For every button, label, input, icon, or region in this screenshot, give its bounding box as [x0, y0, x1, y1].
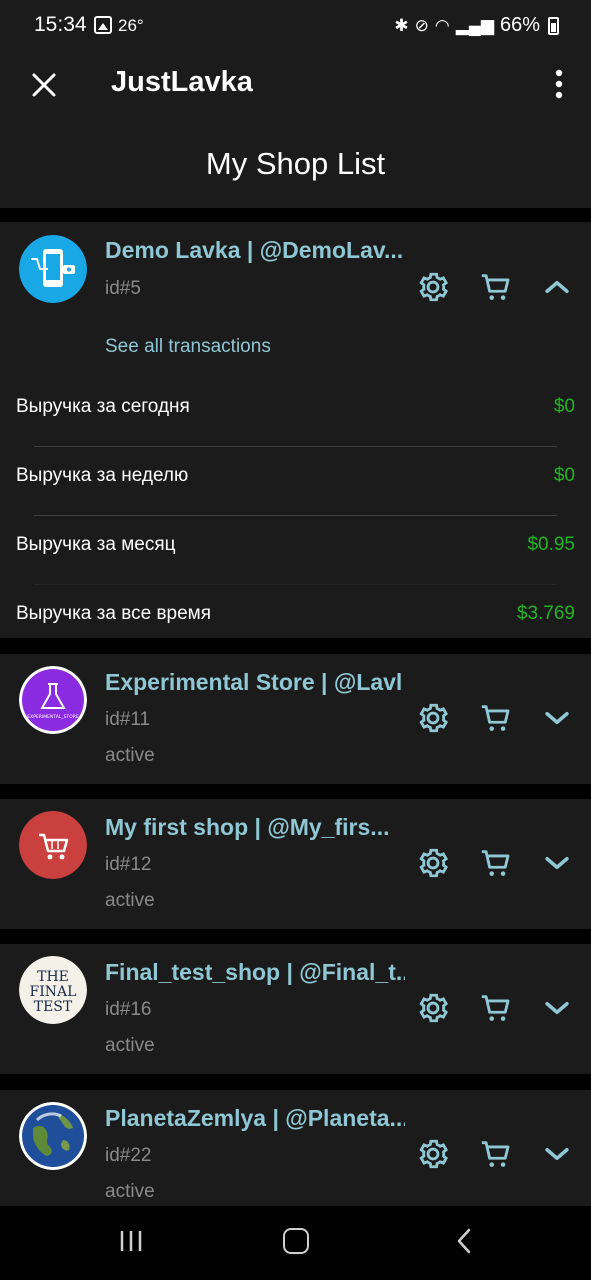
mute-icon: ⊘	[414, 15, 429, 35]
status-icons: ✱ ⊘ ◠ ▂▄▆ 66%	[394, 14, 559, 37]
shop-logo-demo-lavka	[19, 235, 87, 303]
revenue-label: Выручка за сегодня	[16, 396, 190, 417]
chevron-up-icon[interactable]	[540, 270, 574, 304]
shop-logo-final-test: THE FINAL TEST	[19, 956, 87, 1024]
cart-icon[interactable]	[479, 1137, 513, 1171]
shop-logo-my-first-shop	[19, 811, 87, 879]
page-title: My Shop List	[205, 146, 386, 181]
revenue-value: $0	[553, 396, 575, 417]
gear-icon[interactable]	[416, 701, 450, 735]
chevron-down-icon[interactable]	[540, 991, 574, 1025]
signal-icon: ▂▄▆	[455, 15, 494, 35]
system-nav-bar	[0, 1206, 591, 1280]
shop-logo-experimental-store: EXPERIMENTAL_STORE	[19, 666, 87, 734]
shop-card-planetazemlya[interactable]: PlanetaZemlya | @Planeta... id#22 active	[0, 1090, 591, 1206]
revenue-label: Выручка за все время	[16, 603, 212, 624]
chevron-down-icon[interactable]	[540, 846, 574, 880]
phone-shop-logo-icon	[19, 235, 87, 303]
shop-status: active	[105, 745, 155, 766]
shop-card-my-first-shop[interactable]: My first shop | @My_firs... id#12 active	[0, 799, 591, 929]
battery-percent: 66%	[499, 14, 540, 36]
back-icon[interactable]	[452, 1228, 478, 1254]
gear-icon[interactable]	[416, 991, 450, 1025]
cart-icon[interactable]	[479, 701, 513, 735]
cart-icon[interactable]	[479, 270, 513, 304]
see-all-transactions-link[interactable]: See all transactions	[105, 336, 271, 358]
page-header: My Shop List	[0, 120, 591, 208]
cart-icon[interactable]	[479, 846, 513, 880]
shop-name: Experimental Store | @Lavl	[105, 669, 403, 695]
shop-id: id#5	[105, 278, 141, 299]
flask-logo-icon: EXPERIMENTAL_STORE	[19, 666, 87, 734]
more-vert-icon[interactable]	[551, 66, 567, 102]
close-icon[interactable]	[26, 67, 62, 103]
shop-status: active	[105, 1035, 155, 1056]
shop-card-demo-lavka[interactable]: Demo Lavka | @DemoLav... id#5 See all tr…	[0, 222, 591, 638]
final-test-logo-icon: THE FINAL TEST	[19, 956, 87, 1024]
gear-icon[interactable]	[416, 270, 450, 304]
revenue-row-today: Выручка за сегодня $0	[0, 374, 591, 443]
logo-text: EXPERIMENTAL_STORE	[27, 714, 79, 720]
logo-text-line: FINAL	[30, 984, 77, 1000]
gear-icon[interactable]	[416, 1137, 450, 1171]
home-icon[interactable]	[283, 1228, 309, 1254]
status-time: 15:34	[34, 13, 87, 36]
earth-logo-icon	[19, 1102, 87, 1170]
shop-name: My first shop | @My_firs...	[105, 814, 390, 840]
cart-logo-icon	[19, 811, 87, 879]
shop-id: id#16	[105, 999, 152, 1020]
cart-icon[interactable]	[479, 991, 513, 1025]
revenue-value: $3.769	[516, 603, 575, 624]
status-temperature: 26°	[118, 16, 144, 35]
revenue-row-month: Выручка за месяц $0.95	[0, 512, 591, 581]
shop-name: Final_test_shop | @Final_t...	[105, 959, 405, 985]
revenue-row-week: Выручка за неделю $0	[0, 443, 591, 512]
shop-id: id#11	[105, 709, 151, 730]
bluetooth-icon: ✱	[394, 15, 409, 35]
revenue-value: $0.95	[527, 534, 575, 555]
shop-card-final-test-shop[interactable]: THE FINAL TEST Final_test_shop | @Final_…	[0, 944, 591, 1074]
revenue-row-all-time: Выручка за все время $3.769	[0, 581, 591, 650]
shop-name: PlanetaZemlya | @Planeta...	[105, 1105, 405, 1131]
wifi-icon: ◠	[434, 15, 450, 35]
shop-logo-planetazemlya	[19, 1102, 87, 1170]
revenue-label: Выручка за месяц	[16, 534, 176, 555]
gallery-notification-icon	[94, 16, 112, 34]
revenue-value: $0	[553, 465, 575, 486]
shop-id: id#12	[105, 854, 152, 875]
status-bar: 15:34 26° ✱ ⊘ ◠ ▂▄▆ 66%	[0, 0, 591, 52]
app-title: JustLavka	[111, 66, 253, 98]
shop-status: active	[105, 1181, 155, 1202]
recent-apps-icon[interactable]	[118, 1228, 144, 1254]
shop-id: id#22	[105, 1145, 152, 1166]
shop-status: active	[105, 890, 155, 911]
logo-text-line: THE	[37, 969, 69, 985]
app-bar: JustLavka	[0, 52, 591, 120]
chevron-down-icon[interactable]	[540, 1137, 574, 1171]
battery-icon	[548, 16, 559, 35]
gear-icon[interactable]	[416, 846, 450, 880]
chevron-down-icon[interactable]	[540, 701, 574, 735]
shop-card-experimental-store[interactable]: EXPERIMENTAL_STORE Experimental Store | …	[0, 654, 591, 784]
revenue-label: Выручка за неделю	[16, 465, 189, 486]
shop-name: Demo Lavka | @DemoLav...	[105, 237, 404, 263]
logo-text-line: TEST	[34, 999, 73, 1015]
